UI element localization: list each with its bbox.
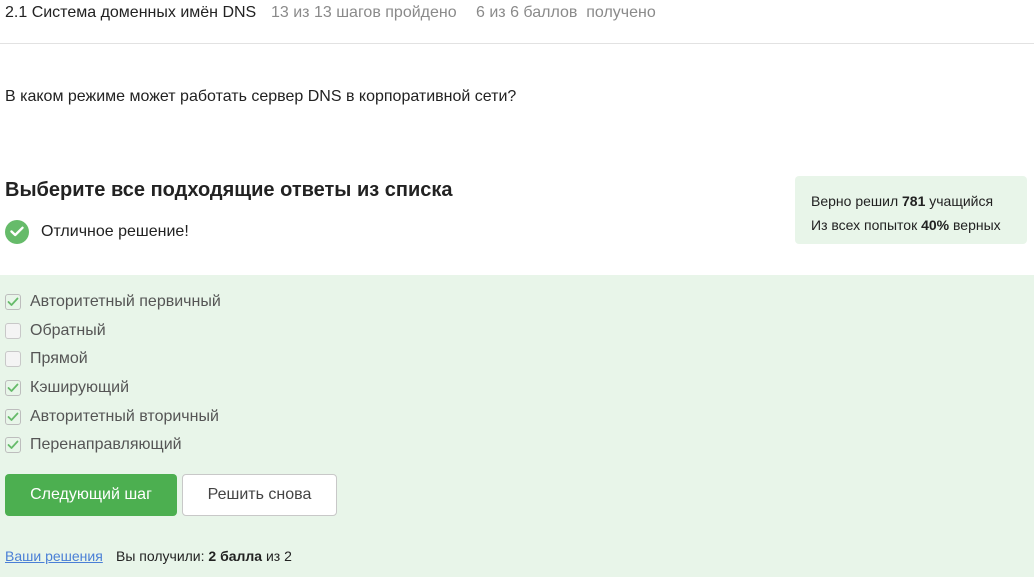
retry-button[interactable]: Решить снова — [182, 474, 337, 516]
checkmark-icon — [7, 383, 19, 392]
option-1[interactable]: Обратный — [5, 321, 106, 341]
option-checkbox[interactable] — [5, 323, 21, 339]
task-heading: Выберите все подходящие ответы из списка — [5, 179, 453, 201]
attempts-percent: 40% — [921, 217, 950, 233]
option-checkbox[interactable] — [5, 351, 21, 367]
option-label: Прямой — [30, 350, 88, 367]
score-value: 2 балла — [208, 548, 263, 564]
option-0[interactable]: Авторитетный первичный — [5, 292, 221, 312]
checkmark-icon — [7, 440, 19, 449]
solutions-link[interactable]: Ваши решения — [5, 548, 103, 564]
feedback: Отличное решение! — [5, 219, 189, 244]
score-prefix: Вы получили: — [116, 548, 205, 564]
feedback-text: Отличное решение! — [41, 222, 189, 240]
check-circle-icon — [5, 219, 29, 244]
solved-stat: Верно решил 781 учащийся — [811, 189, 1027, 213]
attempts-prefix: Из всех попыток — [811, 217, 918, 233]
stats-box: Верно решил 781 учащийся Из всех попыток… — [795, 176, 1027, 244]
question-text: В каком режиме может работать сервер DNS… — [5, 88, 517, 105]
option-label: Авторитетный вторичный — [30, 408, 219, 425]
option-4[interactable]: Авторитетный вторичный — [5, 407, 219, 427]
solved-prefix: Верно решил — [811, 193, 899, 209]
attempts-suffix: верных — [953, 217, 1001, 233]
solved-suffix: учащийся — [929, 193, 994, 209]
option-checkbox[interactable] — [5, 294, 21, 310]
option-5[interactable]: Перенаправляющий — [5, 435, 182, 455]
lesson-header: 2.1 Система доменных имён DNS 13 из 13 ш… — [0, 0, 1034, 44]
checkmark-icon — [7, 297, 19, 306]
score-suffix: из 2 — [265, 548, 292, 564]
option-label: Кэширующий — [30, 379, 130, 396]
option-label: Перенаправляющий — [30, 436, 182, 453]
lesson-title: 2.1 Система доменных имён DNS — [5, 4, 257, 21]
option-checkbox[interactable] — [5, 437, 21, 453]
option-label: Обратный — [30, 322, 106, 339]
attempts-stat: Из всех попыток 40% верных — [811, 213, 1027, 237]
option-label: Авторитетный первичный — [30, 293, 221, 310]
points-progress: 6 из 6 баллов получено — [476, 4, 656, 21]
score-text: Вы получили: 2 балла из 2 — [116, 548, 292, 564]
option-2[interactable]: Прямой — [5, 349, 88, 369]
option-checkbox[interactable] — [5, 380, 21, 396]
solved-count: 781 — [902, 193, 926, 209]
steps-progress: 13 из 13 шагов пройдено — [271, 4, 457, 21]
checkmark-icon — [7, 412, 19, 421]
next-step-button[interactable]: Следующий шаг — [5, 474, 177, 516]
option-checkbox[interactable] — [5, 409, 21, 425]
option-3[interactable]: Кэширующий — [5, 378, 129, 398]
